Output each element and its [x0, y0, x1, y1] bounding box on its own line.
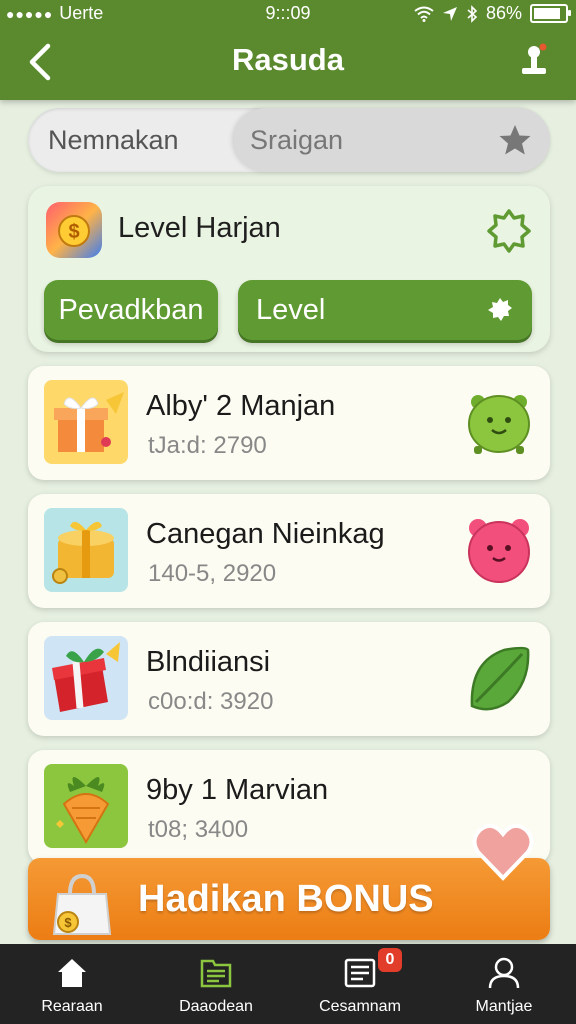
- segment-tab-right-label: Sraigan: [250, 125, 344, 155]
- app-header: ●●●●● Uerte 9:::09 86% Rasuda: [0, 0, 576, 100]
- reward-item[interactable]: Blndiiansi c0o:d: 3920: [28, 622, 550, 736]
- green-leaf-icon: [470, 646, 530, 711]
- segmented-control: Nemnakan Sraigan: [28, 108, 550, 172]
- money-bag-icon: $: [46, 202, 102, 258]
- item-name: 9by 1 Marvian: [146, 774, 329, 806]
- nav-item-label: Cesamnam: [319, 998, 401, 1015]
- nav-item-label: Rearaan: [41, 998, 103, 1015]
- segment-tab-left[interactable]: Nemnakan: [48, 108, 179, 172]
- svg-text:$: $: [68, 221, 79, 243]
- nav-item-profile[interactable]: Mantjae: [432, 944, 576, 1024]
- item-name: Blndiiansi: [146, 646, 271, 678]
- profile-icon[interactable]: [518, 42, 550, 80]
- carrot-icon: [44, 764, 128, 848]
- item-name: Canegan Nieinkag: [146, 518, 385, 550]
- red-gift-icon: [44, 636, 128, 720]
- level-button[interactable]: Level: [238, 280, 532, 340]
- gift-bag-icon: $: [52, 873, 112, 935]
- heart-icon: [472, 823, 534, 881]
- item-sub: tJa:d: 2790: [148, 432, 267, 459]
- bluetooth-icon: [467, 4, 478, 23]
- battery-percent: 86%: [485, 3, 522, 23]
- folder-icon: [200, 959, 232, 988]
- home-icon: [58, 959, 86, 987]
- svg-text:$: $: [64, 915, 72, 930]
- battery-icon: [530, 4, 571, 23]
- bonus-label: Hadikan BONUS: [138, 878, 434, 920]
- item-sub: 140-5, 2920: [148, 560, 277, 587]
- reward-item[interactable]: Alby' 2 Manjan tJa:d: 2790: [28, 366, 550, 480]
- item-sub: t08; 3400: [148, 816, 249, 843]
- reward-item[interactable]: Canegan Nieinkag 140-5, 2920: [28, 494, 550, 608]
- green-blob-pet-icon: [468, 395, 530, 454]
- nav-item-home[interactable]: Rearaan: [0, 944, 144, 1024]
- user-icon: [488, 957, 520, 989]
- nav-item-list[interactable]: 0 Cesamnam: [288, 944, 432, 1024]
- gift-box-icon: [44, 380, 128, 464]
- nav-item-label: Mantjae: [475, 998, 533, 1015]
- level-title: Level Harjan: [118, 212, 281, 244]
- pink-bear-pet-icon: [468, 519, 530, 583]
- nav-item-folder[interactable]: Daaodean: [144, 944, 288, 1024]
- bottom-nav: Rearaan Daaodean 0 Cesamnam Mantjae: [0, 944, 576, 1024]
- gear-icon: [488, 298, 512, 321]
- status-bar: ●●●●● Uerte 9:::09 86%: [0, 0, 576, 28]
- location-icon: [442, 6, 457, 21]
- pevadkban-button[interactable]: Pevadkban: [44, 280, 218, 340]
- notification-badge: 0: [378, 948, 402, 972]
- level-button-label: Level: [256, 294, 326, 326]
- item-name: Alby' 2 Manjan: [146, 390, 336, 422]
- gear-badge-icon[interactable]: [486, 208, 532, 254]
- segment-tab-right[interactable]: Sraigan: [234, 108, 550, 172]
- wifi-icon: [414, 6, 434, 22]
- page-title: Rasuda: [232, 42, 344, 77]
- nav-item-label: Daaodean: [179, 998, 253, 1015]
- level-card: $ Level Harjan Pevadkban Level: [28, 186, 550, 352]
- gold-gift-icon: [44, 508, 128, 592]
- star-icon[interactable]: [498, 123, 532, 157]
- item-sub: c0o:d: 3920: [148, 688, 274, 715]
- list-icon: [344, 958, 376, 988]
